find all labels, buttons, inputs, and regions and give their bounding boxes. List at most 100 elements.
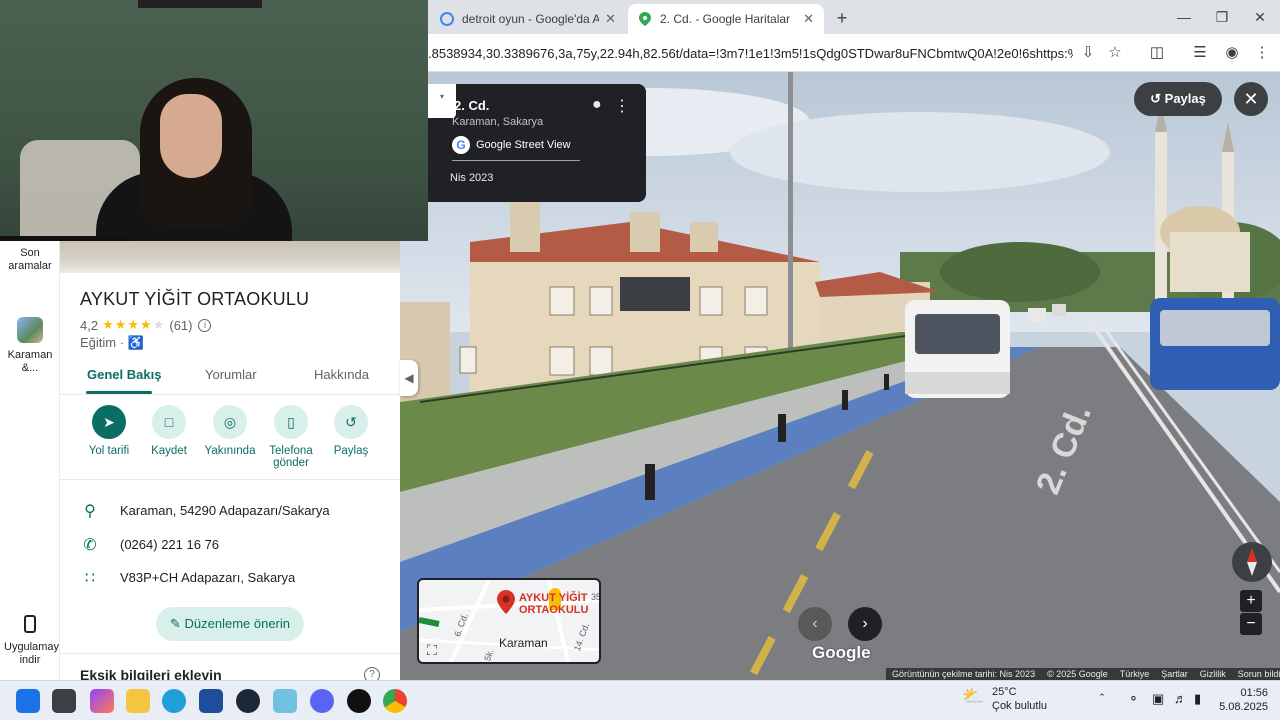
collapse-panel-button[interactable]: ◀ [400, 360, 418, 396]
close-tab-icon[interactable]: ✕ [605, 11, 616, 27]
country-link[interactable]: Türkiye [1120, 668, 1150, 680]
report-link[interactable]: Sorun bildirin [1238, 668, 1280, 680]
previous-arrow-icon[interactable]: ‹ [798, 607, 832, 641]
store-icon[interactable] [199, 689, 223, 713]
webcam-person-face [160, 94, 222, 178]
phone-row[interactable]: ✆ (0264) 221 16 76 [60, 529, 400, 559]
plus-code-row[interactable]: ∷ V83P+CH Adapazarı, Sakarya [60, 562, 400, 592]
compass-icon[interactable] [1232, 542, 1272, 582]
volume-icon[interactable]: ♬ [1174, 691, 1187, 706]
rail-recent-place[interactable]: Karaman &... [0, 317, 60, 375]
save-button[interactable]: □ Kaydet [134, 405, 204, 457]
edge-icon[interactable] [162, 689, 186, 713]
extensions-icon[interactable]: ◫ [1147, 43, 1167, 63]
wheelchair-icon: ♿ [127, 335, 144, 350]
minimap[interactable]: AYKUT YİĞİT ORTAOKULU Karaman 6. Cd. 14.… [417, 578, 601, 664]
more-vert-icon[interactable]: ⋮ [614, 96, 630, 116]
phone-icon: ✆ [83, 537, 97, 554]
bookmark-icon: □ [152, 405, 186, 439]
terms-link[interactable]: Şartlar [1161, 668, 1188, 680]
rail-place-label: Karaman &... [7, 349, 53, 374]
discord-icon[interactable] [310, 689, 334, 713]
network-icon[interactable]: ▣ [1152, 691, 1164, 707]
tab-label: 2. Cd. - Google Haritalar [660, 12, 791, 26]
help-icon[interactable]: ? [364, 667, 380, 680]
task-view-icon[interactable] [52, 689, 76, 713]
tab-reviews[interactable]: Yorumlar [205, 367, 257, 382]
minimize-icon[interactable]: — [1172, 6, 1196, 28]
expand-icon[interactable]: ⛶ [427, 642, 437, 659]
browser-menu-icon[interactable]: ⋮ [1252, 43, 1272, 63]
tab-label: detroit oyun - Google'da Ara [462, 12, 600, 26]
next-arrow-icon[interactable]: › [848, 607, 882, 641]
save-label: Kaydet [151, 445, 187, 457]
info-icon[interactable]: i [198, 318, 212, 332]
google-favicon-icon [440, 12, 454, 26]
dropdown-toggle[interactable]: ▾ [428, 84, 456, 118]
place-photo[interactable] [60, 241, 400, 273]
rail-app-label: Uygulamayı indir [4, 641, 63, 666]
send-to-phone-label: Telefona gönder [269, 445, 313, 469]
address-row[interactable]: ⚲ Karaman, 54290 Adapazarı/Sakarya [60, 495, 400, 525]
weather-text: Çok bulutlu [992, 700, 1048, 712]
url-input[interactable]: .8538934,30.3389676,3a,75y,22.94h,82.56t… [428, 43, 1073, 65]
minimap-area-label: Karaman [499, 636, 548, 650]
streetview-provider-label: Google Street View [476, 139, 571, 151]
directions-label: Yol tarifi [88, 445, 130, 457]
system-clock[interactable]: 01:56 5.08.2025 [1212, 686, 1268, 714]
webcam-top-bar [138, 0, 262, 8]
chevron-up-icon[interactable]: ˆ [1100, 691, 1104, 706]
streetview-share-button[interactable]: ↺ Paylaş [1134, 82, 1222, 116]
rail-get-app[interactable]: Uygulamayı indir [0, 615, 63, 667]
obs-icon[interactable] [347, 689, 371, 713]
zoom-out-button[interactable]: − [1240, 613, 1262, 635]
zoom-in-button[interactable]: + [1240, 590, 1262, 612]
windows-taskbar: ⛅ 25°C Çok bulutlu ˆ ⚬ ▣ ♬ ▮ 01:56 5.08.… [0, 680, 1280, 720]
install-app-icon[interactable]: ⇩ [1078, 43, 1098, 63]
location-pin-icon[interactable]: ● [592, 96, 602, 114]
review-count[interactable]: (61) [169, 318, 192, 333]
clock-date: 5.08.2025 [1219, 701, 1268, 713]
battery-icon[interactable]: ▮ [1194, 691, 1201, 707]
rail-recent-searches[interactable]: Son aramalar [0, 247, 60, 273]
media-control-icon[interactable]: ☰ [1190, 43, 1210, 63]
plus-code-text: V83P+CH Adapazarı, Sakarya [120, 570, 296, 585]
streetview-info-card: 2. Cd. Karaman, Sakarya G Google Street … [428, 84, 646, 202]
privacy-link[interactable]: Gizlilik [1200, 668, 1226, 680]
tab-overview[interactable]: Genel Bakış [87, 367, 161, 382]
share-button[interactable]: ↺ Paylaş [316, 405, 386, 457]
active-tab-indicator [86, 391, 152, 394]
tab-google-search[interactable]: detroit oyun - Google'da Ara ✕ [430, 4, 626, 34]
file-explorer-icon[interactable] [126, 689, 150, 713]
new-tab-button[interactable]: + [830, 6, 854, 30]
place-thumbnail [17, 317, 43, 343]
close-tab-icon[interactable]: ✕ [803, 11, 814, 27]
steam-icon[interactable] [236, 689, 260, 713]
streetview-date[interactable]: Nis 2023 [450, 172, 493, 184]
nearby-button[interactable]: ◎ Yakınında [195, 405, 265, 457]
maximize-icon[interactable]: ❐ [1210, 6, 1234, 28]
google-g-icon: G [452, 136, 470, 154]
tab-about[interactable]: Hakkında [314, 367, 369, 382]
app-icon[interactable] [273, 689, 297, 713]
close-icon[interactable]: ✕ [1234, 82, 1268, 116]
tab-google-maps[interactable]: 2. Cd. - Google Haritalar ✕ [628, 4, 824, 34]
directions-icon: ➤ [92, 405, 126, 439]
rating-row[interactable]: 4,2 ★★★★★ (61) i [80, 317, 212, 333]
separator-dot: · [119, 335, 128, 350]
address-text: Karaman, 54290 Adapazarı/Sakarya [120, 503, 330, 518]
bookmark-star-icon[interactable]: ☆ [1105, 43, 1125, 63]
place-marker-icon [497, 590, 515, 614]
start-icon[interactable] [16, 689, 40, 713]
chrome-icon[interactable] [383, 689, 407, 713]
category-row: Eğitim · ♿ [80, 335, 144, 351]
copilot-icon[interactable] [90, 689, 114, 713]
streetview-provider[interactable]: G Google Street View [452, 136, 571, 154]
window-close-icon[interactable]: ✕ [1248, 6, 1272, 28]
microphone-icon[interactable]: ⚬ [1128, 691, 1139, 707]
clock-time: 01:56 [1240, 687, 1268, 699]
suggest-edit-button[interactable]: ✎ Düzenleme önerin [156, 607, 304, 641]
phone-icon [24, 615, 36, 633]
place-tabs: Genel Bakış Yorumlar Hakkında [60, 359, 400, 395]
profile-icon[interactable]: ◉ [1222, 43, 1242, 63]
